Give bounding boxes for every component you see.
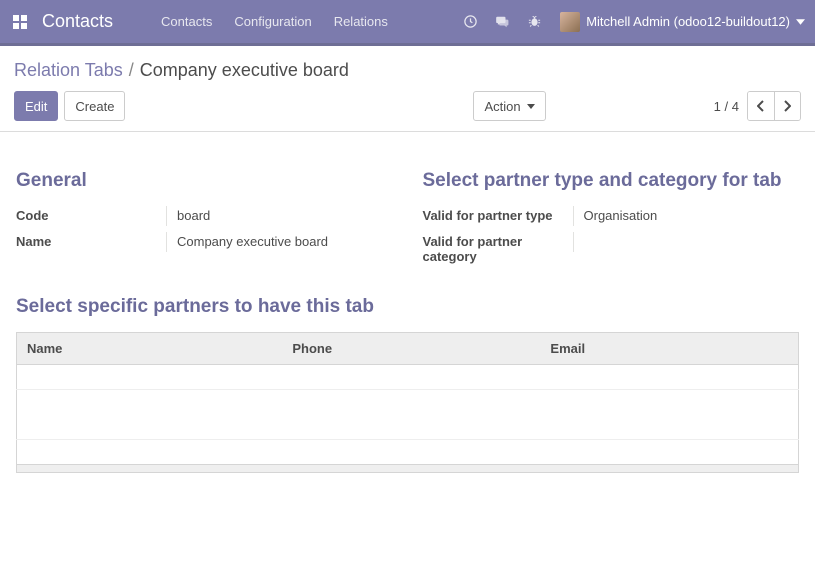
field-value-valid-category — [573, 232, 800, 252]
pager-position: 1 — [714, 99, 721, 114]
breadcrumb-parent-link[interactable]: Relation Tabs — [14, 60, 123, 81]
field-label-code: Code — [16, 206, 166, 223]
activities-button[interactable] — [457, 9, 483, 35]
table-row[interactable] — [17, 365, 799, 390]
pager: 1 / 4 — [714, 91, 801, 121]
table-row — [17, 440, 799, 465]
edit-button[interactable]: Edit — [14, 91, 58, 121]
section-title-partner-type: Select partner type and category for tab — [423, 170, 800, 192]
form-sheet: General Code board Name Company executiv… — [0, 132, 815, 523]
apps-icon — [13, 15, 27, 29]
chevron-right-icon — [783, 100, 791, 112]
section-title-general: General — [16, 170, 393, 192]
partners-table: Name Phone Email — [16, 332, 799, 465]
breadcrumb: Relation Tabs / Company executive board — [14, 60, 801, 81]
action-menu-button[interactable]: Action — [473, 91, 545, 121]
caret-down-icon — [527, 104, 535, 109]
general-section: General Code board Name Company executiv… — [16, 154, 393, 270]
field-label-valid-category: Valid for partner category — [423, 232, 573, 264]
avatar — [560, 12, 580, 32]
field-value-code: board — [166, 206, 393, 226]
pager-counter[interactable]: 1 / 4 — [714, 99, 739, 114]
field-valid-partner-category: Valid for partner category — [423, 232, 800, 264]
breadcrumb-current: Company executive board — [140, 60, 349, 81]
field-valid-partner-type: Valid for partner type Organisation — [423, 206, 800, 226]
action-label: Action — [484, 99, 520, 114]
create-button[interactable]: Create — [64, 91, 125, 121]
section-title-specific-partners: Select specific partners to have this ta… — [16, 296, 799, 318]
field-code: Code board — [16, 206, 393, 226]
col-header-phone[interactable]: Phone — [282, 333, 540, 365]
pager-prev-button[interactable] — [748, 92, 774, 120]
field-label-name: Name — [16, 232, 166, 249]
debug-button[interactable] — [521, 9, 547, 35]
breadcrumb-separator: / — [129, 60, 134, 81]
caret-down-icon — [796, 19, 805, 25]
field-value-valid-type: Organisation — [573, 206, 800, 226]
col-header-email[interactable]: Email — [540, 333, 798, 365]
field-value-name: Company executive board — [166, 232, 393, 252]
field-name: Name Company executive board — [16, 232, 393, 252]
field-label-valid-type: Valid for partner type — [423, 206, 573, 223]
app-brand[interactable]: Contacts — [42, 11, 113, 32]
chat-icon — [494, 15, 510, 29]
user-menu[interactable]: Mitchell Admin (odoo12-buildout12) — [560, 12, 805, 32]
pager-total: 4 — [732, 99, 739, 114]
nav-link-configuration[interactable]: Configuration — [234, 14, 311, 29]
navbar: Contacts Contacts Configuration Relation… — [0, 0, 815, 46]
nav-link-relations[interactable]: Relations — [334, 14, 388, 29]
table-row — [17, 390, 799, 415]
partner-type-section: Select partner type and category for tab… — [423, 154, 800, 270]
apps-launcher-button[interactable] — [6, 8, 34, 36]
user-name: Mitchell Admin (odoo12-buildout12) — [586, 14, 790, 29]
discuss-button[interactable] — [489, 9, 515, 35]
col-header-name[interactable]: Name — [17, 333, 283, 365]
table-footer — [16, 465, 799, 473]
bug-icon — [527, 14, 542, 29]
control-panel: Relation Tabs / Company executive board … — [0, 46, 815, 132]
clock-icon — [463, 14, 478, 29]
chevron-left-icon — [757, 100, 765, 112]
pager-next-button[interactable] — [774, 92, 800, 120]
table-row[interactable] — [17, 415, 799, 440]
nav-link-contacts[interactable]: Contacts — [161, 14, 212, 29]
